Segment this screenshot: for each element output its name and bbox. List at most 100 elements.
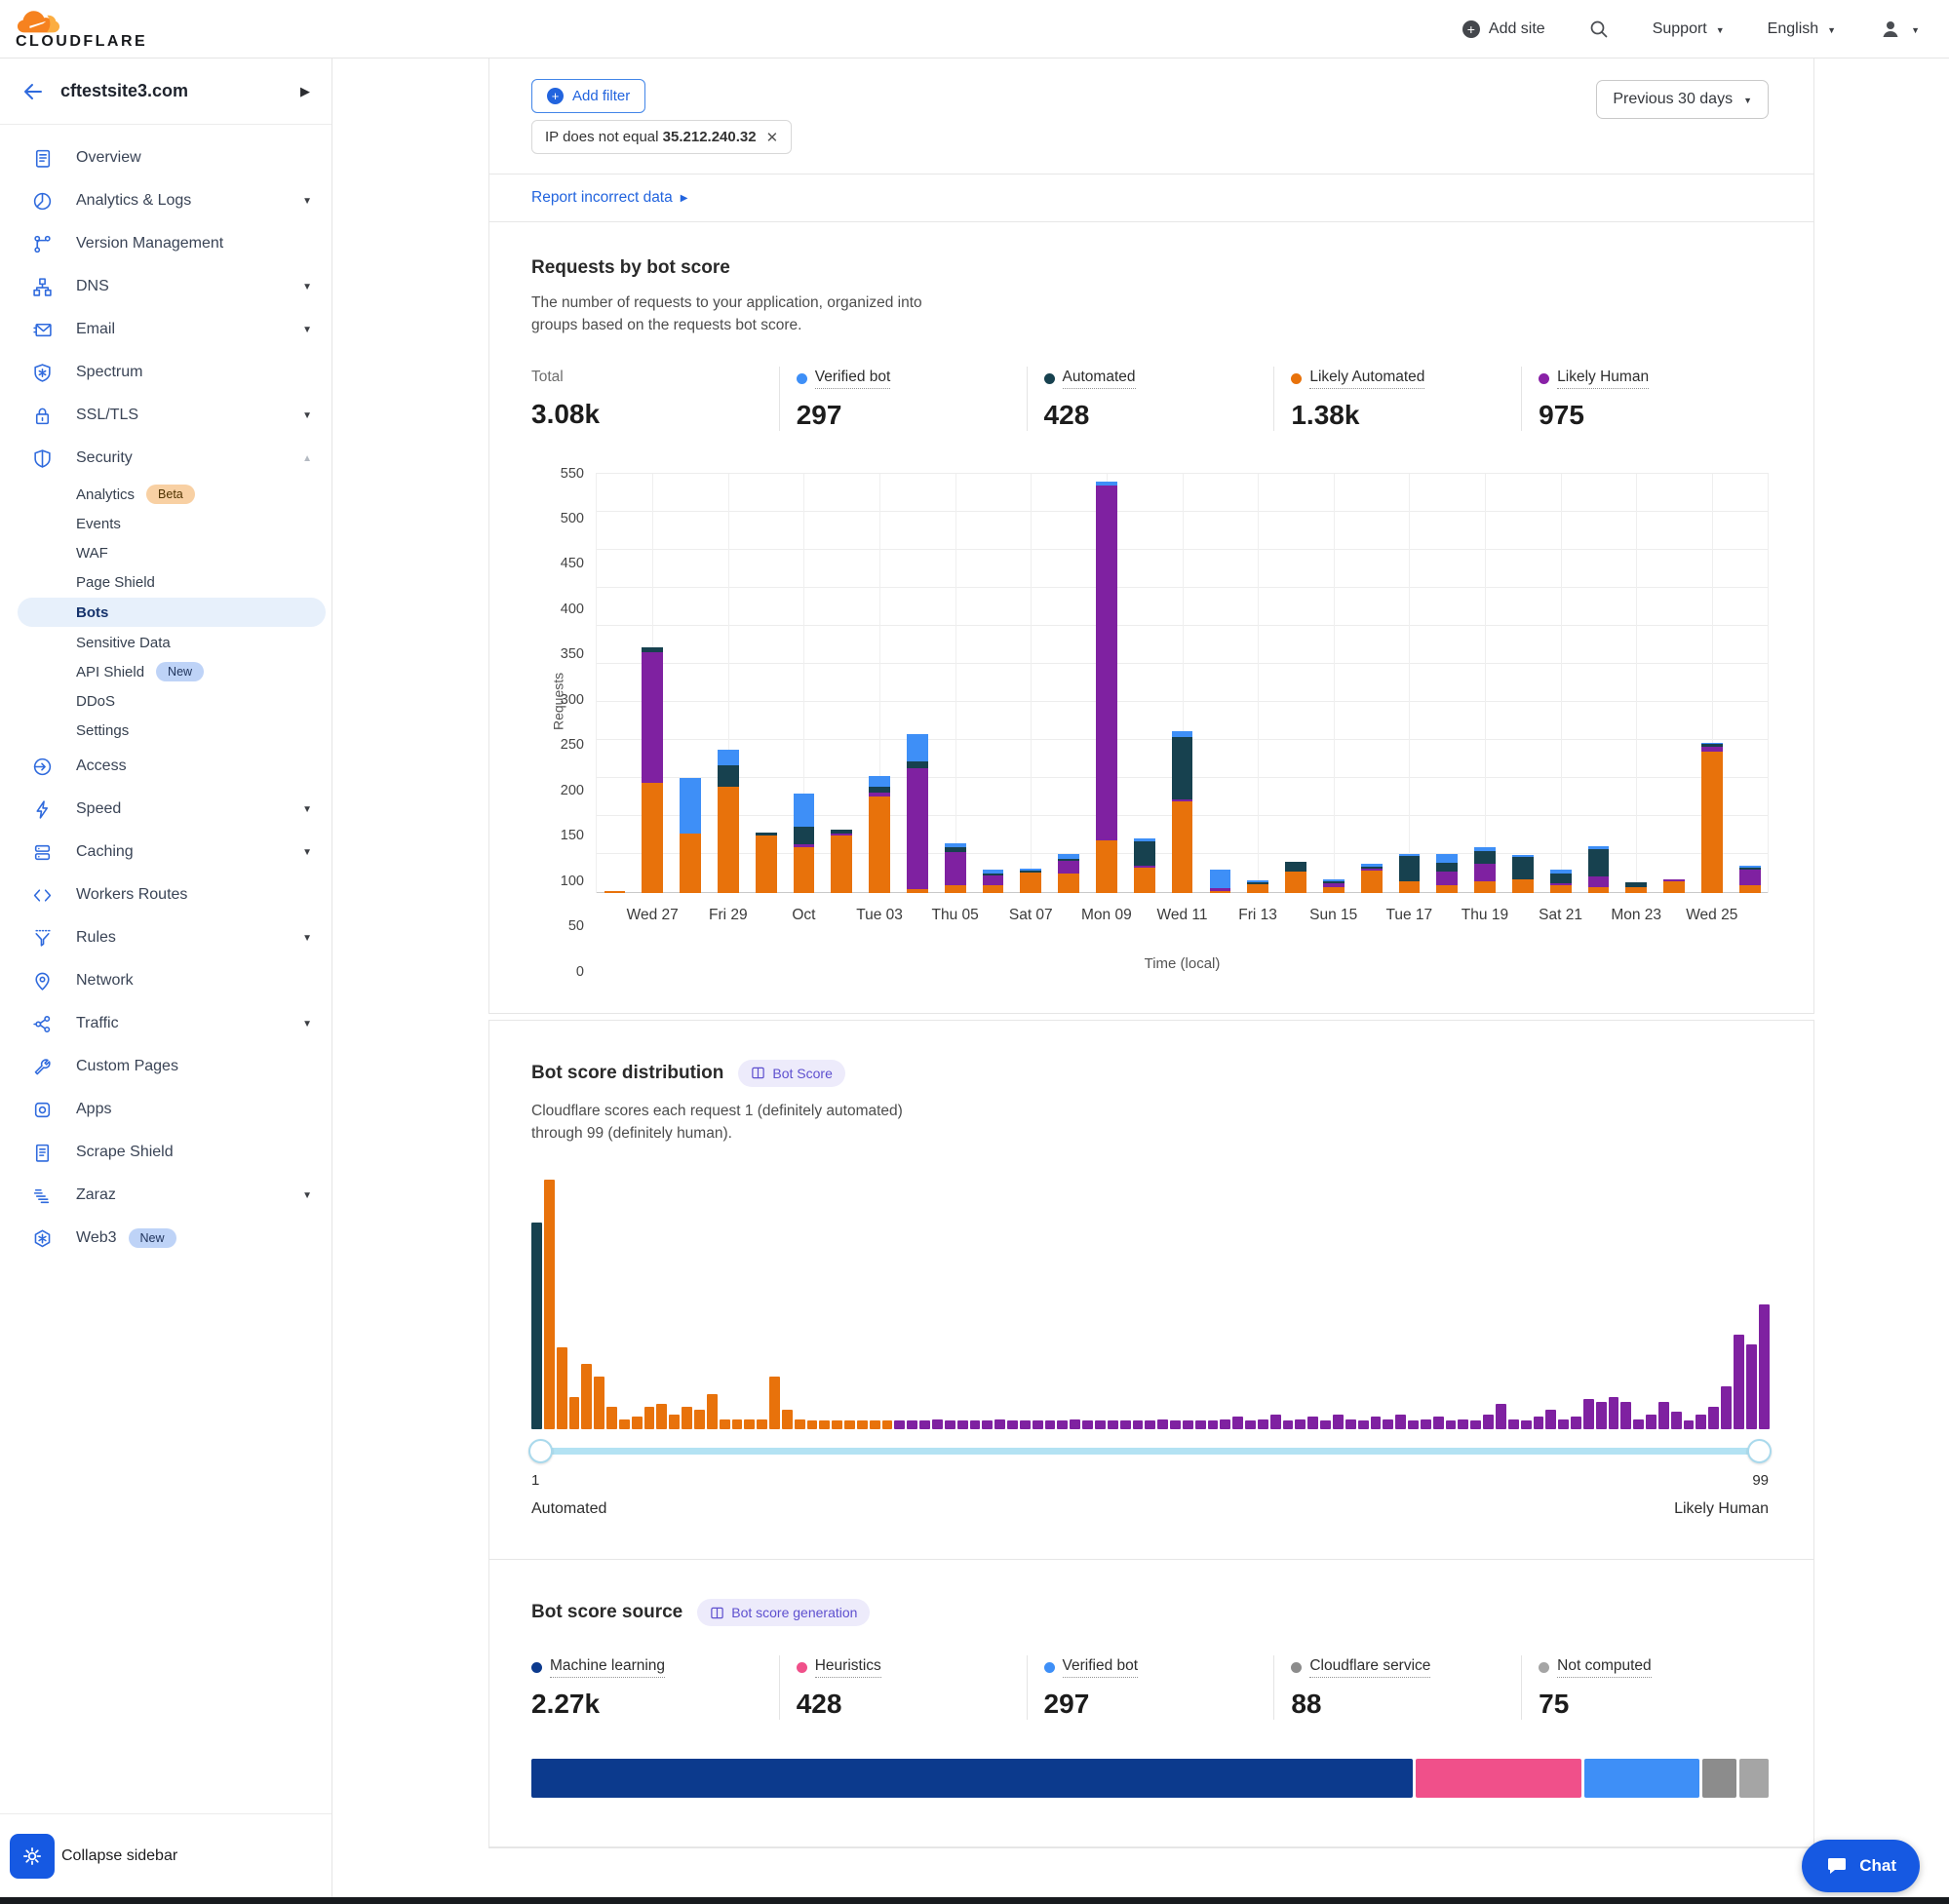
sidebar-item-rules[interactable]: Rules▼ [0, 916, 331, 959]
hist-bar-score-60[interactable] [1270, 1415, 1281, 1429]
bar-slot-13[interactable] [1088, 474, 1126, 893]
stat-label[interactable]: Cloudflare service [1309, 1657, 1430, 1678]
hist-bar-score-29[interactable] [882, 1420, 893, 1429]
bar-slot-0[interactable] [596, 474, 634, 893]
hist-bar-score-46[interactable] [1095, 1420, 1106, 1429]
sidebar-item-caching[interactable]: Caching▼ [0, 831, 331, 874]
hist-bar-score-8[interactable] [619, 1419, 630, 1429]
bar-slot-9[interactable] [936, 474, 974, 893]
hist-bar-score-16[interactable] [720, 1419, 730, 1429]
hist-bar-score-1[interactable] [531, 1223, 542, 1429]
remove-filter-icon[interactable]: ✕ [766, 129, 779, 146]
hist-bar-score-35[interactable] [957, 1420, 968, 1429]
sidebar-subitem-waf[interactable]: WAF [0, 538, 331, 567]
sidebar-item-network[interactable]: Network [0, 959, 331, 1002]
hist-bar-score-2[interactable] [544, 1180, 555, 1429]
hist-bar-score-92[interactable] [1671, 1412, 1682, 1429]
hist-bar-score-88[interactable] [1620, 1402, 1631, 1429]
hist-bar-score-59[interactable] [1258, 1419, 1268, 1429]
bar-slot-25[interactable] [1541, 474, 1579, 893]
hist-bar-score-90[interactable] [1646, 1415, 1657, 1429]
sidebar-item-access[interactable]: Access [0, 745, 331, 788]
sidebar-subitem-bots[interactable]: Bots [18, 598, 326, 627]
sidebar-item-spectrum[interactable]: Spectrum [0, 351, 331, 394]
hist-bar-score-51[interactable] [1157, 1419, 1168, 1429]
hist-bar-score-19[interactable] [757, 1419, 767, 1429]
hist-bar-score-91[interactable] [1658, 1402, 1669, 1429]
bar-slot-3[interactable] [709, 474, 747, 893]
hist-bar-score-41[interactable] [1033, 1420, 1043, 1429]
bar-slot-20[interactable] [1352, 474, 1390, 893]
hist-bar-score-7[interactable] [606, 1407, 617, 1429]
hist-bar-score-22[interactable] [795, 1419, 805, 1429]
hist-bar-score-61[interactable] [1283, 1420, 1294, 1429]
hist-bar-score-84[interactable] [1571, 1417, 1581, 1429]
sidebar-item-scrape-shield[interactable]: Scrape Shield [0, 1131, 331, 1174]
hist-bar-score-82[interactable] [1545, 1410, 1556, 1429]
bar-slot-24[interactable] [1504, 474, 1542, 893]
hist-bar-score-57[interactable] [1232, 1417, 1243, 1429]
hist-bar-score-78[interactable] [1496, 1404, 1506, 1429]
sidebar-item-email[interactable]: Email▼ [0, 308, 331, 351]
hist-bar-score-74[interactable] [1446, 1420, 1457, 1429]
hist-bar-score-13[interactable] [682, 1407, 692, 1429]
bar-slot-2[interactable] [672, 474, 710, 893]
hist-bar-score-68[interactable] [1371, 1417, 1382, 1429]
hist-bar-score-42[interactable] [1045, 1420, 1056, 1429]
hist-bar-score-40[interactable] [1020, 1420, 1031, 1429]
stat-label[interactable]: Machine learning [550, 1657, 665, 1678]
stat-label[interactable]: Not computed [1557, 1657, 1652, 1678]
hist-bar-score-58[interactable] [1245, 1420, 1256, 1429]
bar-slot-5[interactable] [785, 474, 823, 893]
bot-score-docs-badge[interactable]: Bot Score [738, 1060, 844, 1087]
sidebar-item-zaraz[interactable]: Zaraz▼ [0, 1174, 331, 1217]
bar-slot-30[interactable] [1731, 474, 1769, 893]
collapse-sidebar-label[interactable]: Collapse sidebar [61, 1847, 177, 1865]
hist-bar-score-6[interactable] [594, 1377, 604, 1429]
hist-bar-score-87[interactable] [1609, 1397, 1619, 1429]
bar-slot-12[interactable] [1050, 474, 1088, 893]
hist-bar-score-27[interactable] [857, 1420, 868, 1429]
support-menu[interactable]: Support ▼ [1653, 20, 1725, 38]
source-segment-heuristics[interactable] [1416, 1759, 1581, 1798]
slider-handle-max[interactable] [1747, 1439, 1772, 1463]
hist-bar-score-97[interactable] [1734, 1335, 1744, 1429]
hist-bar-score-31[interactable] [907, 1420, 917, 1429]
hist-bar-score-89[interactable] [1633, 1419, 1644, 1429]
add-site-button[interactable]: + Add site [1462, 20, 1545, 38]
hist-bar-score-3[interactable] [557, 1347, 567, 1429]
hist-bar-score-50[interactable] [1145, 1420, 1155, 1429]
bar-slot-26[interactable] [1579, 474, 1618, 893]
bar-slot-18[interactable] [1277, 474, 1315, 893]
slider-track[interactable] [537, 1448, 1763, 1455]
hist-bar-score-79[interactable] [1508, 1419, 1519, 1429]
back-arrow-icon[interactable] [21, 80, 45, 103]
bar-slot-28[interactable] [1656, 474, 1694, 893]
hist-bar-score-93[interactable] [1684, 1420, 1695, 1429]
hist-bar-score-39[interactable] [1007, 1420, 1018, 1429]
bar-slot-22[interactable] [1428, 474, 1466, 893]
hist-bar-score-54[interactable] [1195, 1420, 1206, 1429]
sidebar-subitem-sensitive-data[interactable]: Sensitive Data [0, 628, 331, 657]
hist-bar-score-5[interactable] [581, 1364, 592, 1429]
source-segment-machine-learning[interactable] [531, 1759, 1413, 1798]
hist-bar-score-34[interactable] [945, 1420, 955, 1429]
hist-bar-score-14[interactable] [694, 1410, 705, 1429]
hist-bar-score-85[interactable] [1583, 1399, 1594, 1429]
bot-score-generation-badge[interactable]: Bot score generation [697, 1599, 870, 1626]
account-menu[interactable]: ▼ [1879, 18, 1920, 41]
hist-bar-score-94[interactable] [1696, 1415, 1706, 1429]
search-button[interactable] [1588, 19, 1610, 40]
chat-button[interactable]: Chat [1802, 1840, 1920, 1892]
slider-handle-min[interactable] [528, 1439, 553, 1463]
hist-bar-score-48[interactable] [1120, 1420, 1131, 1429]
bar-slot-19[interactable] [1314, 474, 1352, 893]
hist-bar-score-33[interactable] [932, 1419, 943, 1429]
bar-slot-1[interactable] [634, 474, 672, 893]
language-menu[interactable]: English ▼ [1768, 20, 1836, 38]
sidebar-subitem-settings[interactable]: Settings [0, 716, 331, 745]
hist-bar-score-86[interactable] [1596, 1402, 1607, 1429]
hist-bar-score-45[interactable] [1082, 1420, 1093, 1429]
bar-slot-29[interactable] [1694, 474, 1732, 893]
bar-slot-16[interactable] [1201, 474, 1239, 893]
